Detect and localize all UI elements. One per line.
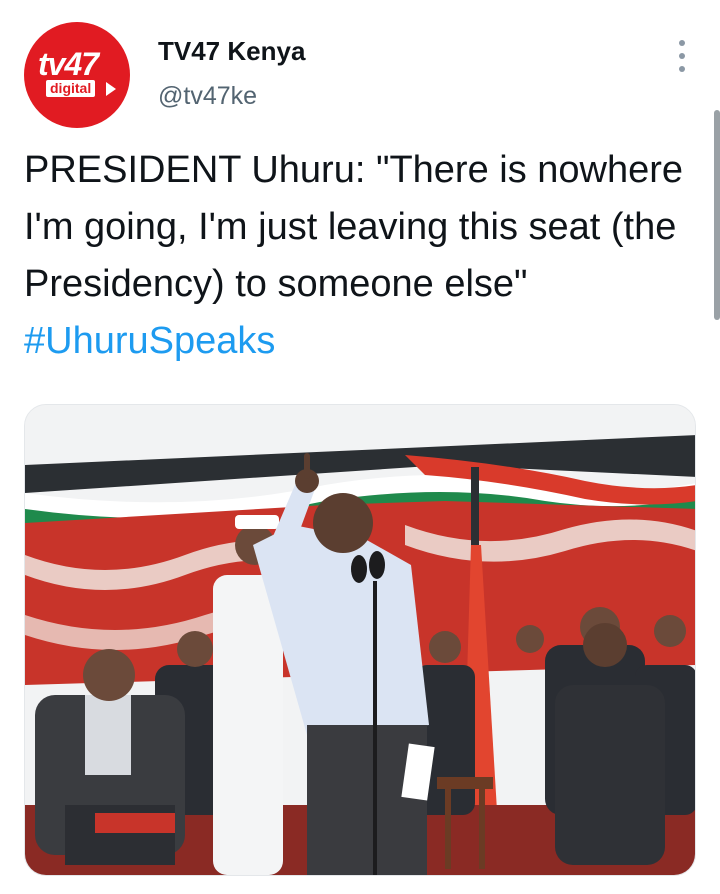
avatar-logo: tv47 [38, 46, 99, 82]
tweet-photo[interactable] [24, 404, 696, 876]
tweet-header: tv47 digital TV47 Kenya @tv47ke [24, 22, 696, 132]
avatar[interactable]: tv47 digital [24, 22, 130, 128]
photo-illustration [25, 405, 695, 875]
dot [679, 66, 685, 72]
tweet-text: PRESIDENT Uhuru: "There is nowhere I'm g… [24, 142, 696, 370]
avatar-logo-subtext: digital [46, 80, 96, 98]
author-handle[interactable]: @tv47ke [158, 82, 257, 111]
play-icon [106, 82, 116, 96]
author-display-name[interactable]: TV47 Kenya [158, 36, 305, 67]
tweet-body: PRESIDENT Uhuru: "There is nowhere I'm g… [24, 149, 684, 305]
dot [679, 53, 685, 59]
dot [679, 40, 685, 46]
more-options-icon[interactable] [674, 40, 690, 72]
hashtag-link[interactable]: #UhuruSpeaks [24, 320, 275, 362]
scrollbar[interactable] [714, 110, 720, 320]
